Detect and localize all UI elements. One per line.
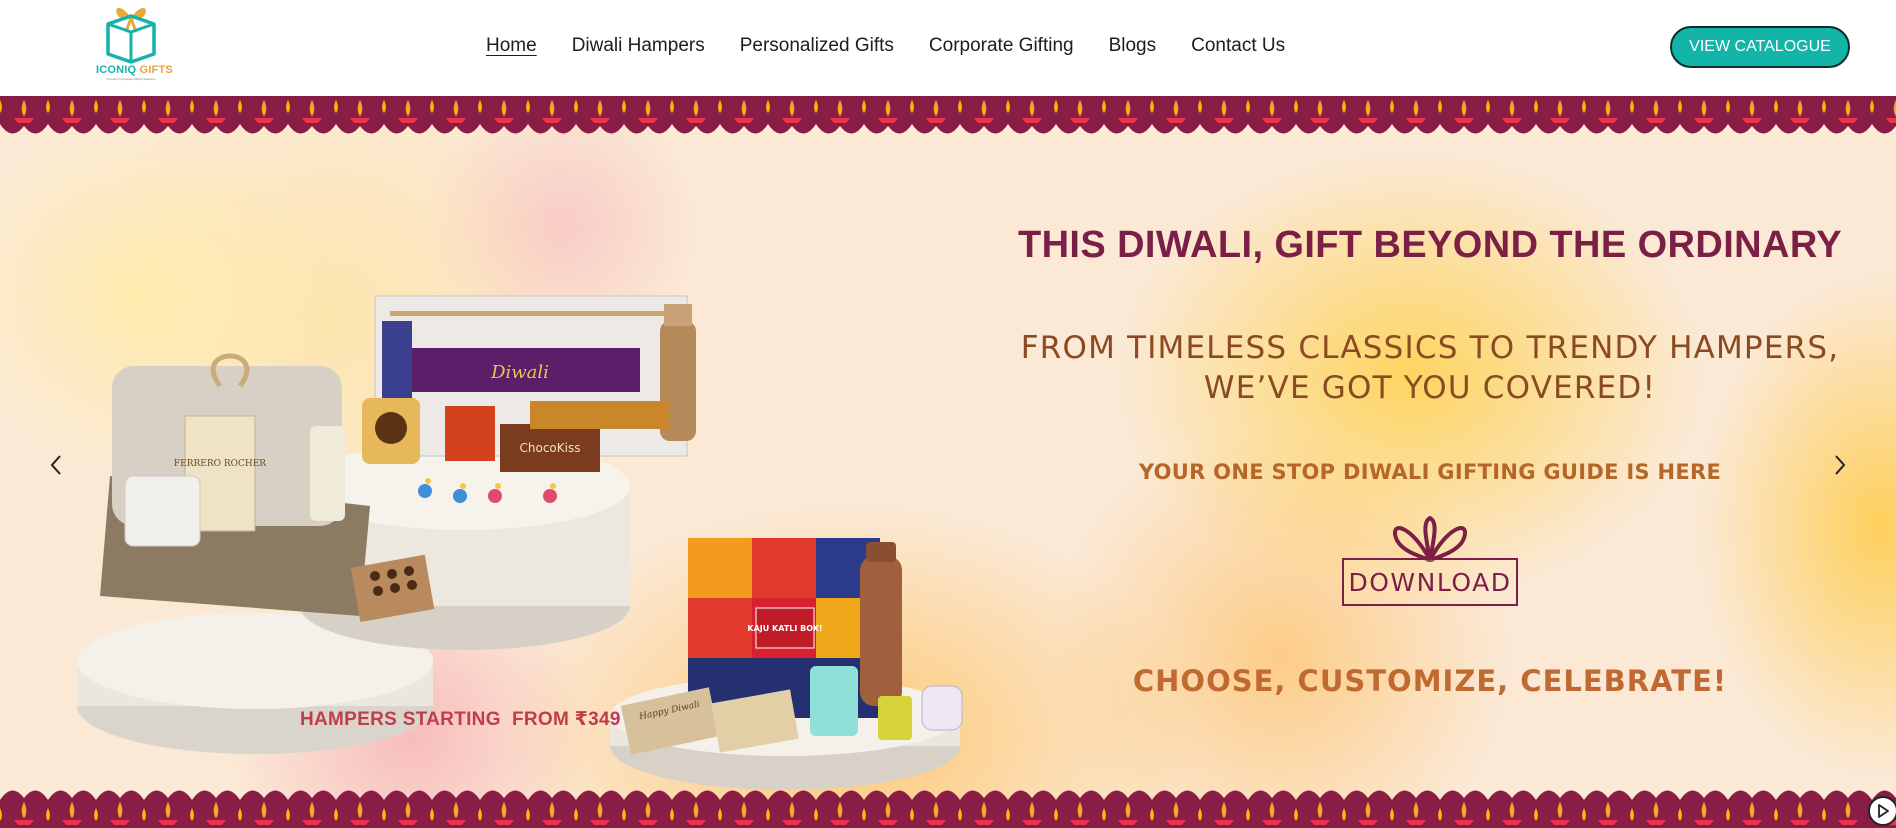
nav-diwali-hampers[interactable]: Diwali Hampers — [572, 33, 705, 59]
slider-play-button[interactable] — [1868, 796, 1896, 826]
brand-tagline: Premium Corporate Gifting Solutions — [106, 77, 156, 81]
gift-box-logo-icon — [106, 8, 156, 64]
nav-personalized-gifts[interactable]: Personalized Gifts — [740, 33, 894, 59]
gift-bow-icon — [1393, 516, 1467, 562]
celebrate-tagline: CHOOSE, CUSTOMIZE, CELEBRATE! — [1132, 664, 1728, 698]
ferrero-label: FERRERO ROCHER — [174, 459, 266, 469]
brand-logo[interactable]: ICONIQ GIFTS Premium Corporate Gifting S… — [96, 2, 173, 82]
kaju-katli-label: KAJU KATLI BOX! — [747, 624, 822, 633]
brand-name-part2: GIFTS — [136, 64, 173, 76]
play-icon — [1878, 804, 1889, 818]
brand-name-part1: ICONIQ — [96, 64, 137, 76]
hero-subline-line-1: FROM TIMELESS CLASSICS TO TRENDY HAMPERS… — [1020, 330, 1840, 366]
main-nav: Home Diwali Hampers Personalized Gifts C… — [486, 33, 1285, 59]
hero-subline-line-2: WE’VE GOT YOU COVERED! — [1203, 370, 1657, 406]
diwali-hampers-product-image: Diwali ChocoKiss FERRERO ROCHER KAJU KAT… — [77, 295, 963, 790]
view-catalogue-button[interactable]: VIEW CATALOGUE — [1670, 26, 1850, 68]
nav-blogs[interactable]: Blogs — [1109, 33, 1157, 59]
nav-corporate-gifting[interactable]: Corporate Gifting — [929, 33, 1074, 59]
gifting-guide-text: YOUR ONE STOP DIWALI GIFTING GUIDE IS HE… — [1138, 460, 1722, 484]
hampers-price-caption: HAMPERS STARTING FROM ₹349 — [300, 709, 621, 730]
site-header: ICONIQ GIFTS Premium Corporate Gifting S… — [0, 0, 1896, 96]
download-guide-button[interactable]: DOWNLOAD — [1340, 516, 1522, 620]
diwali-box-label: Diwali — [490, 362, 549, 383]
hero-slider: Diwali ChocoKiss FERRERO ROCHER KAJU KAT… — [0, 96, 1896, 828]
top-decorative-border — [0, 96, 1896, 140]
slider-prev-button[interactable] — [44, 450, 68, 480]
hero-subline: FROM TIMELESS CLASSICS TO TRENDY HAMPERS… — [1000, 328, 1860, 408]
nav-contact-us[interactable]: Contact Us — [1191, 33, 1285, 59]
hero-headline: THIS DIWALI, GIFT BEYOND THE ORDINARY — [1017, 224, 1843, 266]
chocokiss-label: ChocoKiss — [520, 441, 581, 455]
download-label: DOWNLOAD — [1342, 558, 1518, 606]
chevron-left-icon — [50, 455, 61, 475]
brand-wordmark: ICONIQ GIFTS — [96, 64, 173, 76]
nav-home[interactable]: Home — [486, 33, 537, 59]
